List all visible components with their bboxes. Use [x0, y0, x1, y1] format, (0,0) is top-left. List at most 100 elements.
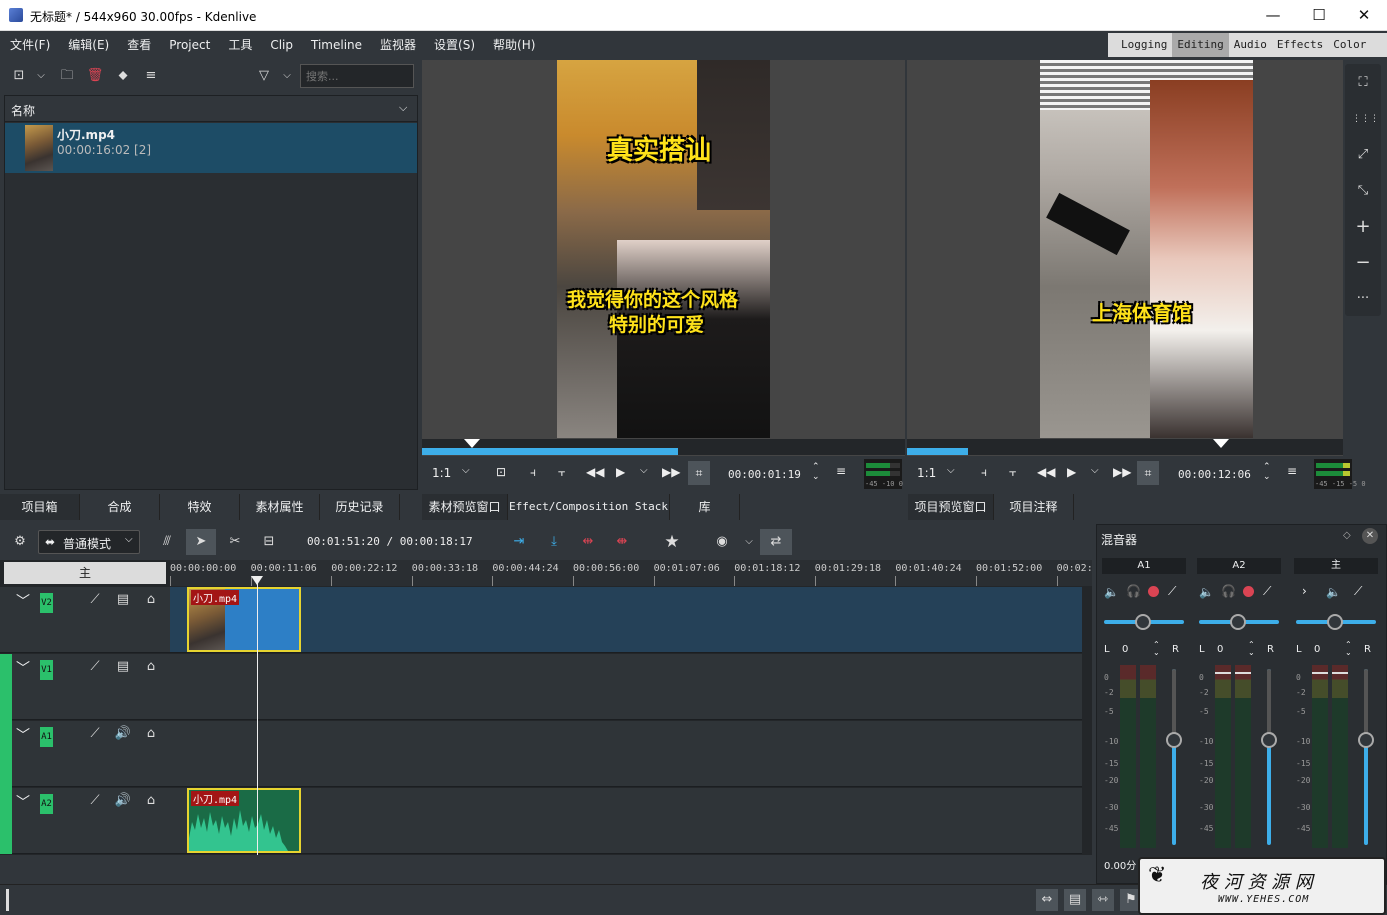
volume-fader-handle[interactable] [1166, 732, 1182, 748]
mute-audio-icon[interactable]: 🔊 [112, 723, 134, 745]
overwrite-icon[interactable]: ⤓ [543, 531, 565, 553]
speaker-icon[interactable]: 🔈 [1104, 585, 1119, 599]
snap-icon[interactable]: ⇿ [1092, 889, 1114, 911]
balance-spin-icon[interactable]: ⌃ ⌄ [1153, 641, 1160, 657]
set-in-icon[interactable]: ⫞ [981, 465, 987, 480]
preview-dropdown-icon[interactable]: ⌵ [738, 531, 760, 553]
effects-wand-icon[interactable]: ⟋ [1354, 584, 1362, 599]
menu-monitor[interactable]: 监视器 [371, 31, 425, 60]
effects-wand-icon[interactable]: ⟋ [84, 656, 106, 678]
monitor-menu-icon[interactable]: ≡ [836, 464, 846, 478]
speaker-icon[interactable]: 🔈 [1326, 585, 1341, 599]
clip-playhead-marker[interactable] [464, 439, 480, 448]
track-name[interactable]: V1 [40, 660, 53, 680]
project-playhead-marker[interactable] [1213, 439, 1229, 448]
balance-slider-handle[interactable] [1230, 614, 1246, 630]
spacer-tool-icon[interactable]: ⫻ [156, 531, 178, 553]
grid-icon[interactable]: ⋮⋮⋮ [1352, 108, 1379, 130]
crop-icon[interactable]: ⌗ [1137, 461, 1159, 485]
zoom-in-icon[interactable]: + [1352, 216, 1374, 238]
menu-help[interactable]: 帮助(H) [484, 31, 544, 60]
more-icon[interactable]: ··· [1352, 288, 1374, 310]
lock-icon[interactable]: ⌂ [140, 589, 162, 611]
zoom-dropdown-icon[interactable]: ⌵ [462, 465, 470, 476]
lock-icon[interactable]: ⌂ [140, 790, 162, 812]
thumbnail-icon[interactable]: ▤ [1064, 889, 1086, 911]
crop-icon[interactable]: ⌗ [688, 461, 710, 485]
clip-monitor-video[interactable]: 真实搭讪 我觉得你的这个风格 特别的可爱 [557, 60, 770, 438]
lift-icon[interactable]: ⇼ [611, 531, 633, 553]
timeline-position[interactable]: 00:01:51:20 / 00:00:18:17 [307, 535, 473, 548]
bin-header[interactable]: 名称 ⌵ [5, 96, 417, 122]
zoom-fit-icon[interactable]: ⤢ [1352, 144, 1374, 166]
volume-db-readout[interactable]: 0.00分 [1104, 857, 1136, 872]
tab-clip-properties[interactable]: 素材属性 [240, 494, 320, 520]
balance-value[interactable]: 0 [1122, 644, 1128, 655]
menu-view[interactable]: 查看 [118, 31, 160, 60]
tab-project-notes[interactable]: 项目注释 [994, 494, 1074, 520]
favorite-star-icon[interactable]: ★ [661, 531, 683, 553]
layout-audio[interactable]: Audio [1229, 33, 1272, 57]
fullscreen-icon[interactable]: ⛶ [1352, 72, 1374, 94]
speaker-icon[interactable]: 🔈 [1199, 585, 1214, 599]
clip-timecode[interactable]: 00:00:01:19 [728, 468, 801, 481]
chevron-right-icon[interactable]: › [1302, 584, 1307, 598]
layout-color[interactable]: Color [1328, 33, 1371, 57]
timeline-settings-icon[interactable]: ⚙ [9, 531, 31, 553]
maximize-button[interactable]: ☐ [1296, 0, 1342, 31]
effects-wand-icon[interactable]: ⟋ [84, 589, 106, 611]
tab-undo-history[interactable]: 历史记录 [320, 494, 400, 520]
add-clip-dropdown-icon[interactable]: ⌵ [30, 65, 52, 87]
layout-logging[interactable]: Logging [1116, 33, 1172, 57]
play-icon[interactable]: ▶ [1067, 465, 1076, 479]
track-lane-v1[interactable] [170, 654, 1082, 720]
bin-clip-item[interactable]: 小刀.mp4 00:00:16:02 [2] [5, 123, 417, 173]
effects-wand-icon[interactable]: ⟋ [84, 723, 106, 745]
timeline-ruler[interactable]: 00:00:00:00 00:00:11:06 00:00:22:12 00:00:3… [170, 560, 1093, 586]
zoom-dropdown-icon[interactable]: ⌵ [947, 465, 955, 476]
filter-dropdown-icon[interactable]: ⌵ [276, 65, 298, 87]
mute-audio-icon[interactable]: 🔊 [112, 790, 134, 812]
filter-icon[interactable]: ▽ [253, 65, 275, 87]
timecode-spin-icon[interactable]: ⌃ ⌄ [1263, 462, 1271, 482]
layout-editing[interactable]: Editing [1172, 33, 1229, 57]
balance-value[interactable]: 0 [1314, 644, 1320, 655]
collapse-icon[interactable]: ﹀ [16, 725, 30, 745]
menu-project[interactable]: Project [160, 31, 219, 60]
play-dropdown-icon[interactable]: ⌵ [640, 465, 648, 476]
tab-library[interactable]: 库 [670, 494, 740, 520]
selection-tool-icon[interactable]: ➤ [186, 529, 216, 555]
menu-edit[interactable]: 编辑(E) [59, 31, 118, 60]
timeline-hscroll[interactable] [0, 858, 1092, 884]
collapse-icon[interactable]: ﹀ [16, 658, 30, 678]
edit-mode-select[interactable]: ⬌ 普通模式 ⌵ [38, 530, 140, 554]
preview-render-icon[interactable]: ◉ [711, 531, 733, 553]
menu-file[interactable]: 文件(F) [0, 31, 59, 60]
hide-video-icon[interactable]: ▤ [112, 589, 134, 611]
delete-icon[interactable]: 🗑 [84, 65, 106, 87]
project-monitor-video[interactable]: 上海体育馆 [1040, 60, 1253, 438]
hide-video-icon[interactable]: ▤ [112, 656, 134, 678]
monitor-menu-icon[interactable]: ≡ [1287, 464, 1297, 478]
insert-icon[interactable]: ⇥ [508, 531, 530, 553]
set-out-icon[interactable]: ⫟ [558, 465, 565, 480]
track-name[interactable]: V2 [40, 593, 53, 613]
extract-icon[interactable]: ⇹ [577, 531, 599, 553]
layout-effects[interactable]: Effects [1272, 33, 1328, 57]
project-ruler[interactable] [907, 439, 1343, 455]
record-icon[interactable] [1243, 586, 1254, 597]
zoom-shrink-icon[interactable]: ⤡ [1352, 180, 1374, 202]
volume-fader-handle[interactable] [1261, 732, 1277, 748]
tab-project-monitor[interactable]: 项目预览窗口 [908, 494, 994, 520]
menu-clip[interactable]: Clip [261, 31, 302, 60]
balance-slider-handle[interactable] [1135, 614, 1151, 630]
balance-spin-icon[interactable]: ⌃ ⌄ [1248, 641, 1255, 657]
menu-settings[interactable]: 设置(S) [425, 31, 484, 60]
tab-effects[interactable]: 特效 [160, 494, 240, 520]
balance-value[interactable]: 0 [1217, 644, 1223, 655]
float-icon[interactable]: ◇ [1343, 530, 1351, 541]
headphones-icon[interactable]: 🎧 [1221, 584, 1236, 598]
track-name[interactable]: A2 [40, 794, 53, 814]
audio-clip[interactable]: 小刀.mp4 [187, 788, 301, 853]
play-dropdown-icon[interactable]: ⌵ [1091, 465, 1099, 476]
